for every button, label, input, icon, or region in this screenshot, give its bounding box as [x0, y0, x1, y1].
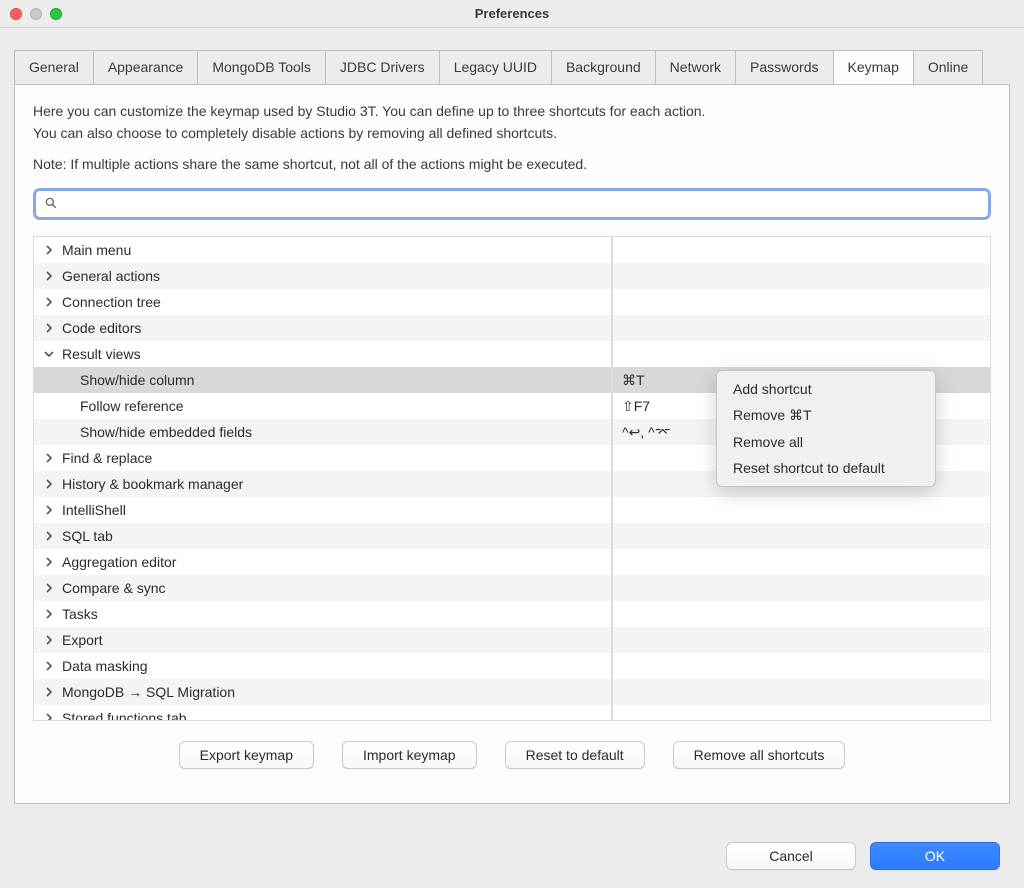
- tab-online[interactable]: Online: [913, 50, 983, 84]
- search-input[interactable]: [64, 195, 980, 213]
- keymap-category-row[interactable]: Aggregation editor: [34, 549, 990, 575]
- category-label: SQL tab: [62, 528, 113, 544]
- chevron-right-icon[interactable]: [42, 269, 56, 283]
- chevron-right-icon[interactable]: [42, 295, 56, 309]
- action-label: Show/hide column: [80, 372, 194, 388]
- chevron-right-icon[interactable]: [42, 321, 56, 335]
- chevron-right-icon[interactable]: [42, 633, 56, 647]
- category-label: Export: [62, 632, 102, 648]
- close-window-icon[interactable]: [10, 8, 22, 20]
- dialog-buttons: Cancel OK: [726, 842, 1000, 870]
- category-label: Compare & sync: [62, 580, 165, 596]
- keymap-category-row[interactable]: Connection tree: [34, 289, 990, 315]
- chevron-right-icon[interactable]: [42, 607, 56, 621]
- category-label: Find & replace: [62, 450, 152, 466]
- shortcut-label: ⌘T: [622, 372, 645, 388]
- shortcut-label: ^↩, ^⌤: [622, 424, 671, 440]
- category-label: Main menu: [62, 242, 131, 258]
- category-label: General actions: [62, 268, 160, 284]
- category-label: Tasks: [62, 606, 98, 622]
- tab-network[interactable]: Network: [655, 50, 736, 84]
- action-label: Follow reference: [80, 398, 184, 414]
- title-bar: Preferences: [0, 0, 1024, 28]
- category-label: Data masking: [62, 658, 148, 674]
- search-icon: [44, 196, 64, 213]
- chevron-right-icon[interactable]: [42, 243, 56, 257]
- chevron-right-icon[interactable]: [42, 659, 56, 673]
- keymap-description: Here you can customize the keymap used b…: [33, 101, 991, 144]
- keymap-category-row[interactable]: Result views: [34, 341, 990, 367]
- chevron-down-icon[interactable]: [42, 347, 56, 361]
- traffic-lights: [10, 8, 62, 20]
- keymap-note: Note: If multiple actions share the same…: [33, 154, 991, 176]
- context-menu-item[interactable]: Add shortcut: [717, 376, 935, 402]
- keymap-category-row[interactable]: Tasks: [34, 601, 990, 627]
- desc-line-1: Here you can customize the keymap used b…: [33, 103, 705, 119]
- remove-all-shortcuts-button[interactable]: Remove all shortcuts: [673, 741, 846, 769]
- chevron-right-icon[interactable]: [42, 555, 56, 569]
- category-label: Connection tree: [62, 294, 161, 310]
- tab-appearance[interactable]: Appearance: [93, 50, 199, 84]
- minimize-window-icon: [30, 8, 42, 20]
- cancel-button[interactable]: Cancel: [726, 842, 856, 870]
- keymap-category-row[interactable]: General actions: [34, 263, 990, 289]
- category-label: Aggregation editor: [62, 554, 176, 570]
- keymap-category-row[interactable]: IntelliShell: [34, 497, 990, 523]
- chevron-right-icon[interactable]: [42, 685, 56, 699]
- category-label: History & bookmark manager: [62, 476, 243, 492]
- context-menu-item[interactable]: Remove all: [717, 429, 935, 455]
- context-menu-item[interactable]: Reset shortcut to default: [717, 455, 935, 481]
- keymap-category-row[interactable]: Compare & sync: [34, 575, 990, 601]
- tab-background[interactable]: Background: [551, 50, 656, 84]
- chevron-right-icon[interactable]: [42, 477, 56, 491]
- category-label: Result views: [62, 346, 141, 362]
- chevron-right-icon[interactable]: [42, 711, 56, 721]
- context-menu-item[interactable]: Remove ⌘T: [717, 402, 935, 429]
- keymap-category-row[interactable]: SQL tab: [34, 523, 990, 549]
- tab-keymap[interactable]: Keymap: [833, 50, 914, 84]
- export-keymap-button[interactable]: Export keymap: [179, 741, 314, 769]
- category-label: MongoDB → SQL Migration: [62, 684, 235, 700]
- import-keymap-button[interactable]: Import keymap: [342, 741, 477, 769]
- search-field-wrap[interactable]: [33, 188, 991, 220]
- chevron-right-icon[interactable]: [42, 451, 56, 465]
- tab-general[interactable]: General: [14, 50, 94, 84]
- preferences-tabstrip: GeneralAppearanceMongoDB ToolsJDBC Drive…: [0, 28, 1024, 84]
- desc-line-2: You can also choose to completely disabl…: [33, 125, 557, 141]
- category-label: Stored functions tab: [62, 710, 187, 721]
- zoom-window-icon[interactable]: [50, 8, 62, 20]
- reset-to-default-button[interactable]: Reset to default: [505, 741, 645, 769]
- keymap-category-row[interactable]: Data masking: [34, 653, 990, 679]
- chevron-right-icon[interactable]: [42, 529, 56, 543]
- window-title: Preferences: [475, 6, 549, 21]
- tab-legacy-uuid[interactable]: Legacy UUID: [439, 50, 552, 84]
- category-label: Code editors: [62, 320, 141, 336]
- chevron-right-icon[interactable]: [42, 503, 56, 517]
- keymap-category-row[interactable]: MongoDB → SQL Migration: [34, 679, 990, 705]
- ok-button[interactable]: OK: [870, 842, 1000, 870]
- chevron-right-icon[interactable]: [42, 581, 56, 595]
- tab-mongodb-tools[interactable]: MongoDB Tools: [197, 50, 326, 84]
- keymap-category-row[interactable]: Code editors: [34, 315, 990, 341]
- keymap-category-row[interactable]: Export: [34, 627, 990, 653]
- shortcut-context-menu: Add shortcutRemove ⌘TRemove allReset sho…: [716, 370, 936, 487]
- keymap-category-row[interactable]: Main menu: [34, 237, 990, 263]
- category-label: IntelliShell: [62, 502, 126, 518]
- keymap-category-row[interactable]: Stored functions tab: [34, 705, 990, 721]
- tab-passwords[interactable]: Passwords: [735, 50, 833, 84]
- keymap-panel-buttons: Export keymap Import keymap Reset to def…: [33, 741, 991, 769]
- action-label: Show/hide embedded fields: [80, 424, 252, 440]
- shortcut-label: ⇧F7: [622, 398, 650, 414]
- tab-jdbc-drivers[interactable]: JDBC Drivers: [325, 50, 440, 84]
